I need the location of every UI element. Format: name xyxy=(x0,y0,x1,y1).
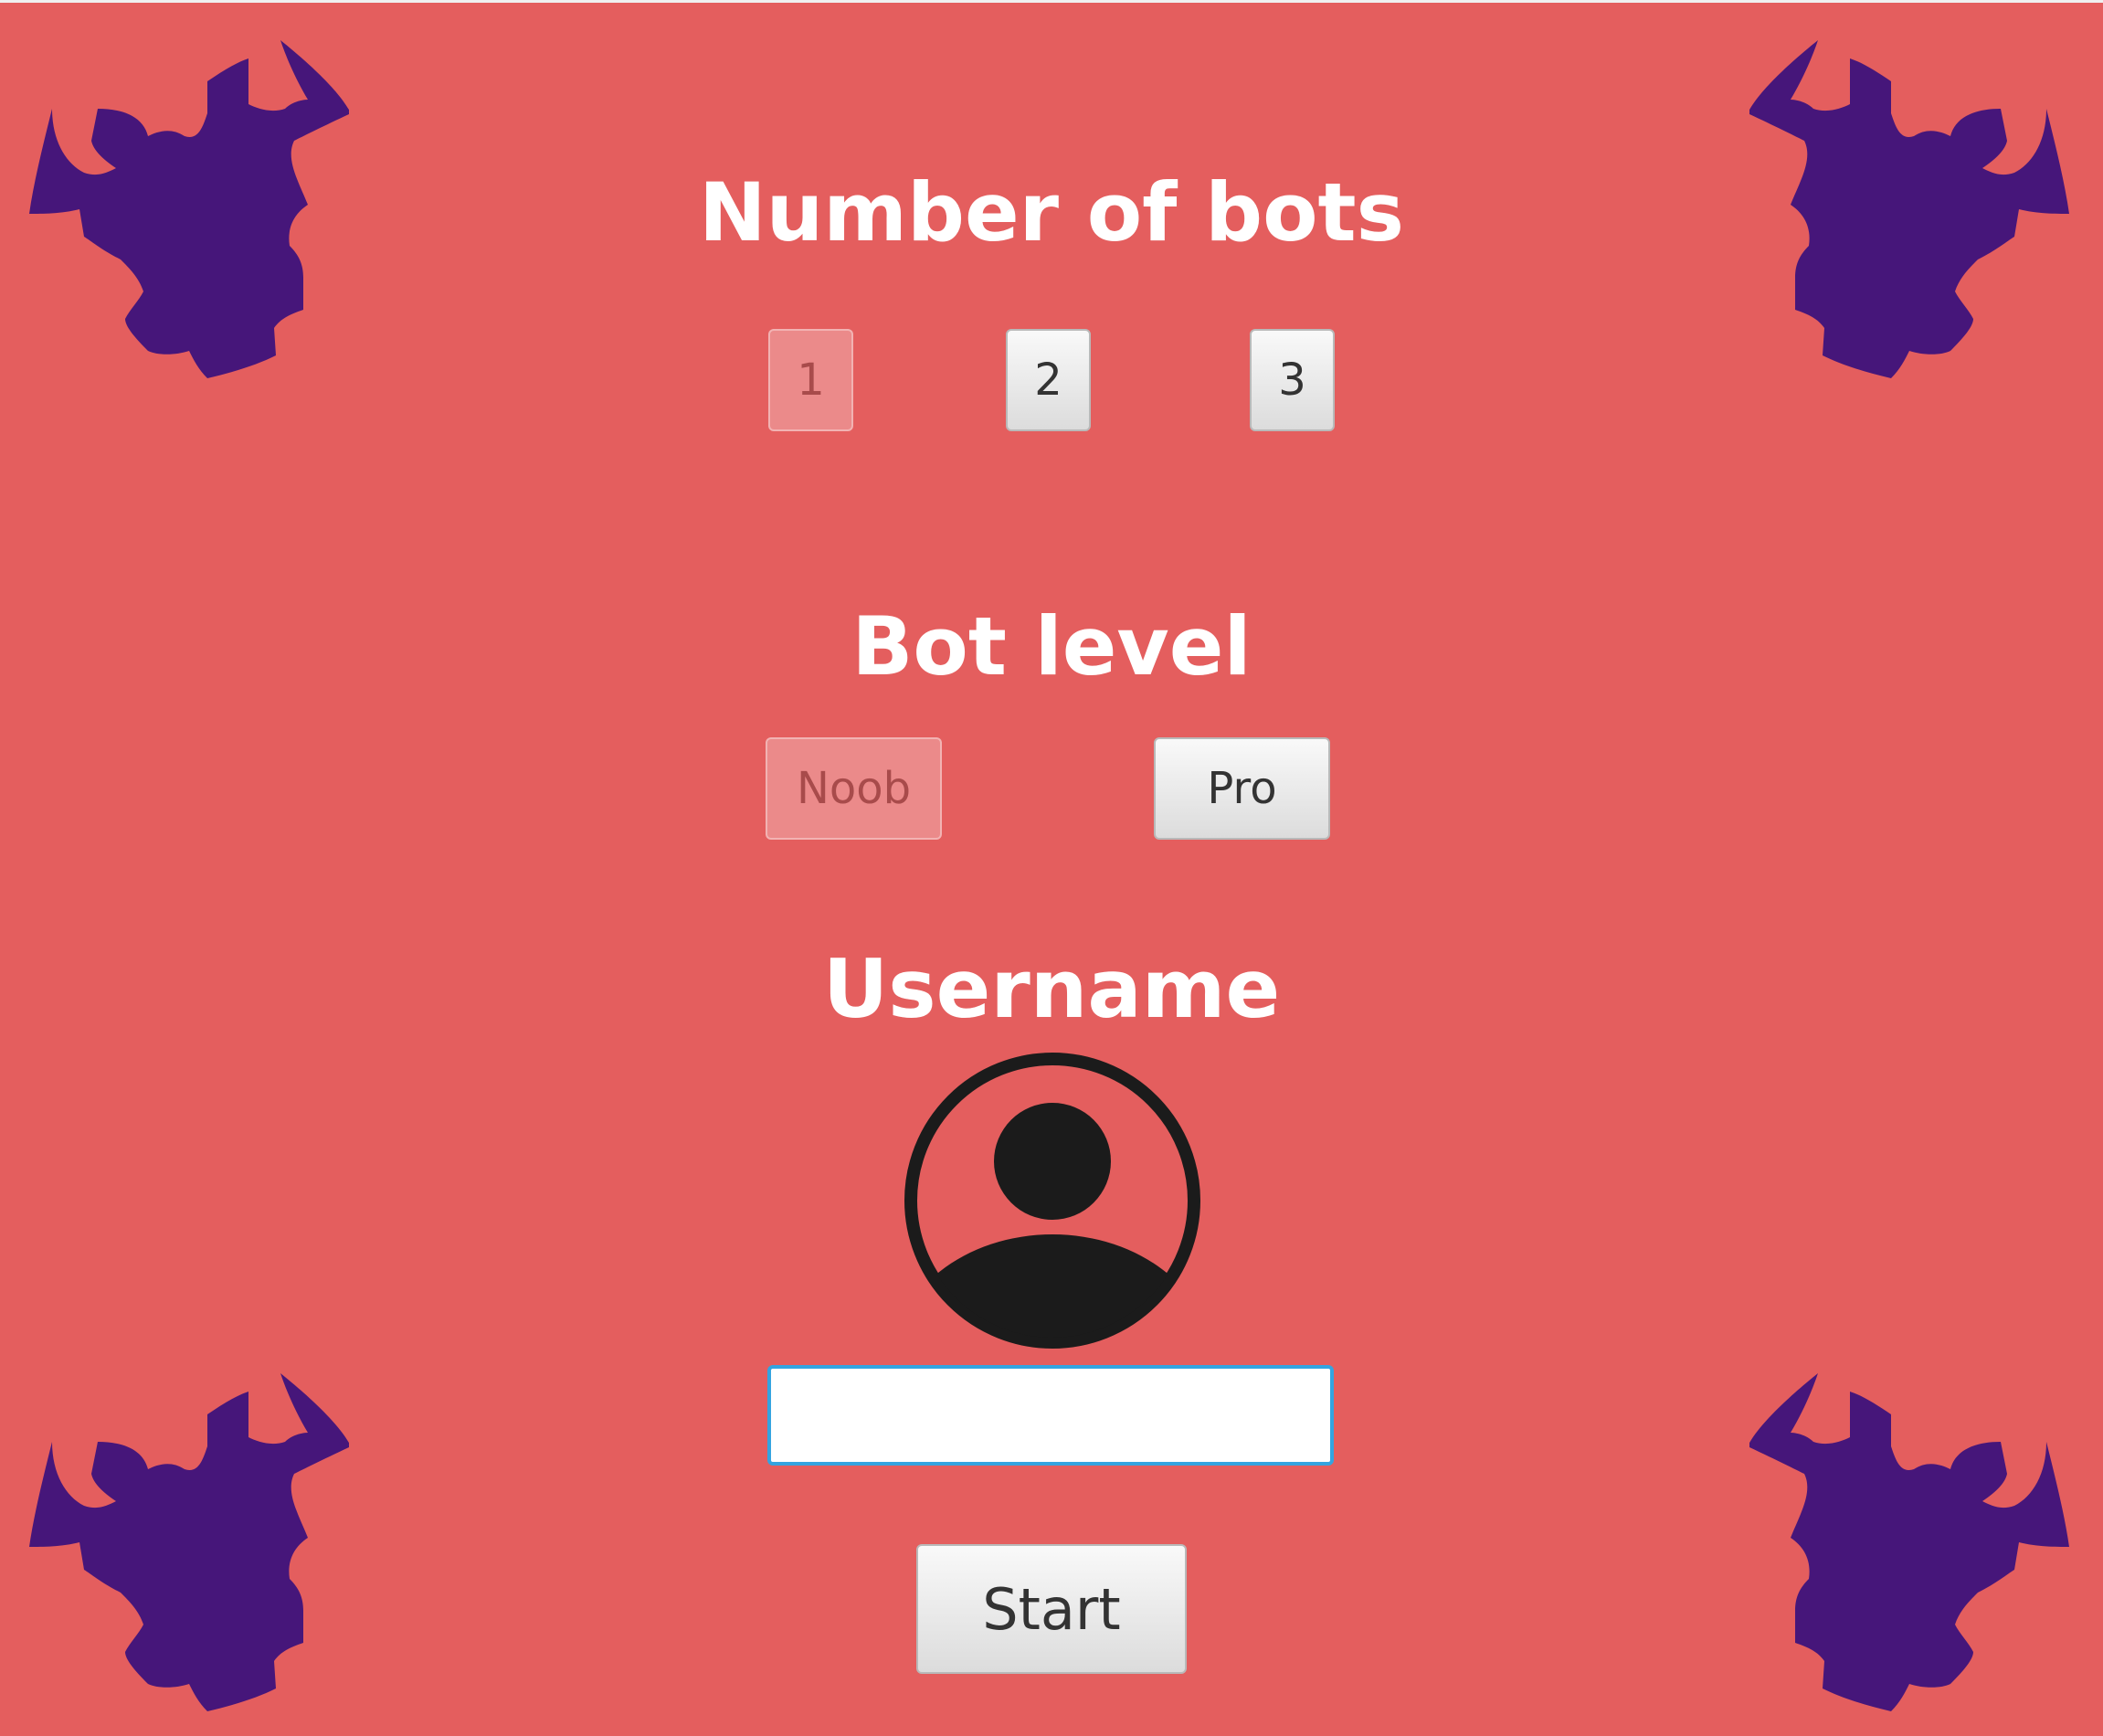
bots-2-button[interactable]: 2 xyxy=(1006,329,1091,431)
horned-demon-emblem-icon xyxy=(1749,1369,2069,1716)
user-circle-icon xyxy=(904,1052,1201,1350)
username-heading: Username xyxy=(822,942,1281,1036)
username-input[interactable] xyxy=(767,1365,1334,1466)
bot-level-heading: Bot level xyxy=(851,599,1252,693)
game-setup-screen: Number of bots 1 2 3 Bot level Noob Pro … xyxy=(0,0,2103,1736)
number-of-bots-heading: Number of bots xyxy=(699,165,1404,259)
horned-demon-emblem-icon xyxy=(29,1369,349,1716)
start-button[interactable]: Start xyxy=(916,1544,1187,1674)
bots-3-button[interactable]: 3 xyxy=(1250,329,1335,431)
bots-1-button[interactable]: 1 xyxy=(768,329,853,431)
level-pro-button[interactable]: Pro xyxy=(1154,737,1330,840)
level-noob-button[interactable]: Noob xyxy=(766,737,942,840)
